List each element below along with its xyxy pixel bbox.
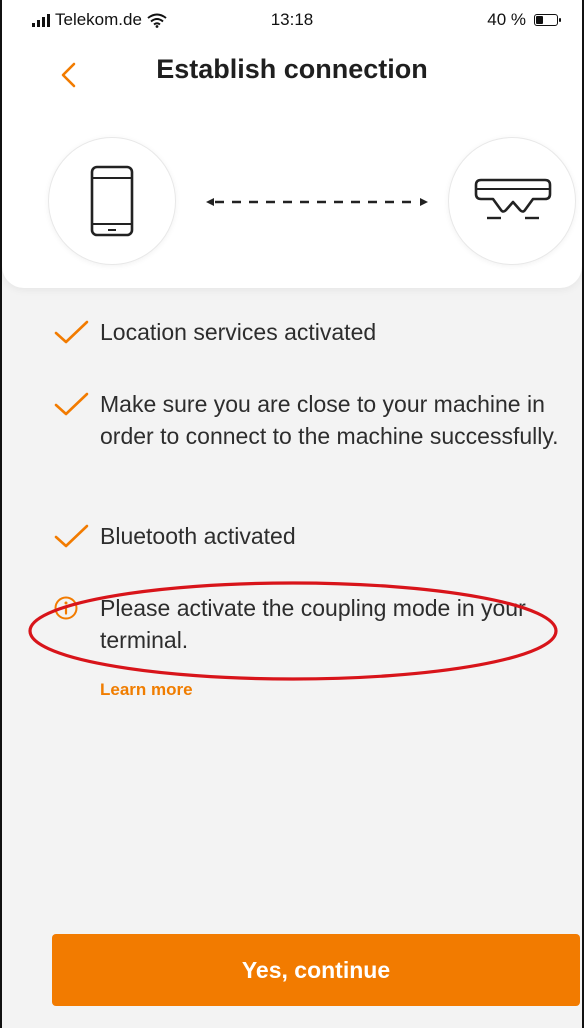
checklist-item-label: Location services activated bbox=[100, 319, 377, 345]
checklist-item-proximity: Make sure you are close to your machine … bbox=[54, 388, 574, 452]
battery-icon bbox=[534, 14, 561, 26]
battery-percent: 40 % bbox=[487, 10, 526, 29]
checkmark-icon bbox=[54, 392, 89, 416]
continue-button[interactable]: Yes, continue bbox=[52, 934, 580, 1006]
checklist-item-label: Please activate the coupling mode in you… bbox=[100, 595, 526, 653]
app-screen: Telekom.de 13:18 40 % Establish connecti… bbox=[0, 0, 584, 1028]
checklist-item-bluetooth: Bluetooth activated bbox=[54, 520, 574, 552]
smartphone-icon bbox=[90, 165, 134, 237]
checklist-item-location: Location services activated bbox=[54, 316, 574, 348]
status-right: 40 % bbox=[487, 10, 561, 30]
phone-circle bbox=[48, 137, 176, 265]
checklist-item-label: Make sure you are close to your machine … bbox=[100, 391, 559, 449]
checkmark-icon bbox=[54, 524, 89, 548]
dashed-double-arrow-icon bbox=[206, 198, 428, 206]
checklist-item-coupling: Please activate the coupling mode in you… bbox=[54, 592, 574, 656]
glasses-icon bbox=[474, 178, 552, 220]
checkmark-icon bbox=[54, 320, 89, 344]
header-card: Telekom.de 13:18 40 % Establish connecti… bbox=[2, 0, 582, 288]
status-bar: Telekom.de 13:18 40 % bbox=[2, 0, 582, 44]
checklist-item-label: Bluetooth activated bbox=[100, 523, 296, 549]
learn-more-link[interactable]: Learn more bbox=[100, 680, 193, 700]
device-circle bbox=[448, 137, 576, 265]
page-title: Establish connection bbox=[156, 54, 428, 84]
info-circle-icon bbox=[54, 596, 78, 620]
